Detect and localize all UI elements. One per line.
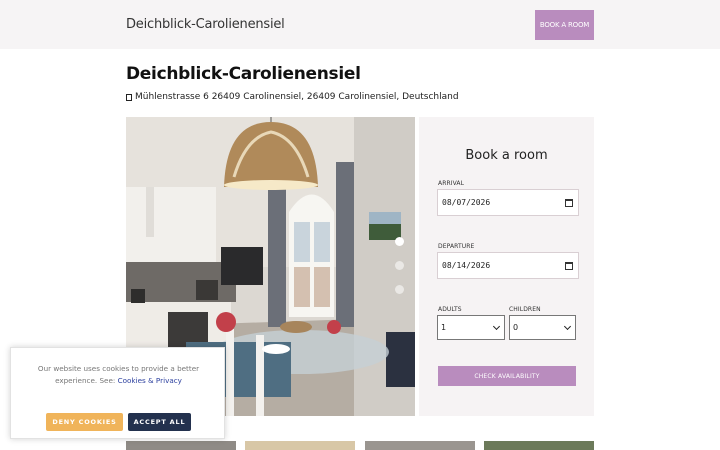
site-brand[interactable]: Deichblick-Carolienensiel: [126, 17, 285, 32]
arrival-date-value: 08/07/2026: [442, 198, 491, 207]
chevron-down-icon: [563, 322, 572, 331]
thumbnail[interactable]: [484, 441, 594, 450]
children-value: 0: [513, 323, 519, 332]
departure-date-input[interactable]: 08/14/2026: [437, 252, 579, 279]
thumbnail[interactable]: [365, 441, 475, 450]
cookies-privacy-link[interactable]: Cookies & Privacy: [118, 376, 182, 385]
page-title: Deichblick-Carolienensiel: [126, 64, 361, 84]
check-availability-button[interactable]: CHECK AVAILABILITY: [438, 366, 576, 386]
booking-title: Book a room: [465, 148, 548, 163]
accept-all-button[interactable]: ACCEPT ALL: [128, 413, 191, 431]
address-text: Mühlenstrasse 6 26409 Carolinensiel, 264…: [135, 92, 459, 102]
adults-label: ADULTS: [438, 306, 462, 313]
children-label: CHILDREN: [509, 306, 541, 313]
booking-panel: Book a room ARRIVAL 08/07/2026 DEPARTURE…: [419, 117, 594, 416]
children-select[interactable]: 0: [509, 315, 576, 340]
slider-dot[interactable]: [395, 285, 404, 294]
calendar-icon[interactable]: [565, 262, 573, 270]
thumbnail-strip: [126, 441, 594, 450]
adults-value: 1: [441, 323, 447, 332]
site-header: Deichblick-Carolienensiel BOOK A ROOM: [0, 0, 720, 49]
arrival-label: ARRIVAL: [438, 180, 465, 187]
thumbnail[interactable]: [126, 441, 236, 450]
chevron-down-icon: [492, 322, 501, 331]
slider-dots: [395, 237, 407, 309]
book-a-room-button[interactable]: BOOK A ROOM: [535, 10, 594, 40]
adults-select[interactable]: 1: [437, 315, 505, 340]
cookie-banner: Our website uses cookies to provide a be…: [10, 347, 225, 439]
thumbnail[interactable]: [245, 441, 355, 450]
slider-dot[interactable]: [395, 237, 404, 246]
deny-cookies-button[interactable]: DENY COOKIES: [46, 413, 123, 431]
departure-date-value: 08/14/2026: [442, 261, 491, 270]
arrival-date-input[interactable]: 08/07/2026: [437, 189, 579, 216]
slider-dot[interactable]: [395, 261, 404, 270]
cookie-message: Our website uses cookies to provide a be…: [25, 363, 212, 387]
calendar-icon[interactable]: [565, 199, 573, 207]
departure-label: DEPARTURE: [438, 243, 475, 250]
location-pin-icon: [126, 93, 132, 101]
address: Mühlenstrasse 6 26409 Carolinensiel, 264…: [126, 92, 459, 102]
